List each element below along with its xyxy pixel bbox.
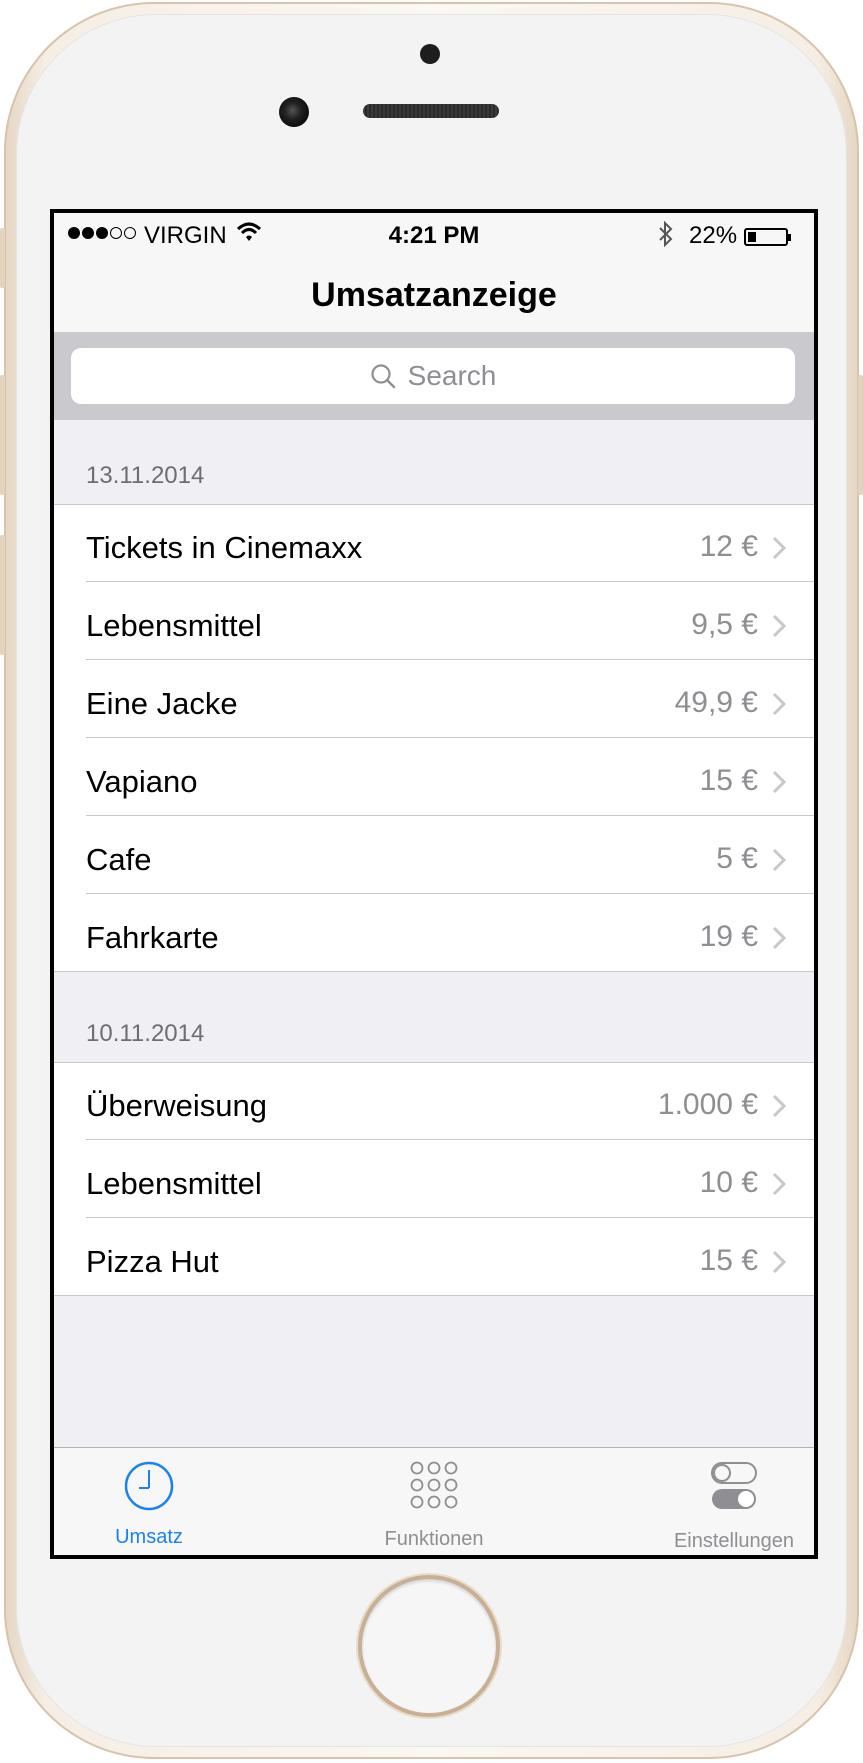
tab-funktionen[interactable]: Funktionen — [374, 1448, 494, 1555]
screen: VIRGIN 4:21 PM 22% Umsatzanzeige Search … — [50, 209, 818, 1559]
chevron-right-icon — [772, 1172, 786, 1196]
transaction-amount: 1.000 € — [657, 1088, 758, 1121]
transaction-label: Pizza Hut — [86, 1244, 219, 1279]
proximity-sensor — [420, 44, 440, 64]
chevron-right-icon — [772, 770, 786, 794]
bluetooth-icon — [659, 220, 673, 248]
power-button — [858, 375, 863, 495]
row-separator — [54, 1295, 814, 1296]
transaction-row[interactable]: Lebensmittel 9,5 € — [54, 582, 814, 660]
transaction-amount: 9,5 € — [691, 608, 758, 641]
transaction-amount: 19 € — [699, 920, 758, 953]
transaction-label: Lebensmittel — [86, 608, 262, 643]
chevron-right-icon — [772, 1250, 786, 1274]
section-header: 10.11.2014 — [54, 972, 814, 1062]
section-header: 13.11.2014 — [54, 420, 814, 504]
front-camera — [279, 97, 309, 127]
transaction-label: Fahrkarte — [86, 920, 219, 955]
tab-einstellungen[interactable]: Einstellungen — [659, 1448, 809, 1555]
transaction-row[interactable]: Pizza Hut 15 € — [54, 1218, 814, 1296]
grid-dots-icon — [410, 1461, 458, 1509]
transaction-row[interactable]: Cafe 5 € — [54, 816, 814, 894]
home-button[interactable] — [362, 1579, 496, 1713]
transaction-amount: 5 € — [716, 842, 758, 875]
transaction-label: Vapiano — [86, 764, 198, 799]
battery-percentage: 22% — [689, 222, 738, 249]
transaction-label: Cafe — [86, 842, 152, 877]
row-separator — [54, 1062, 814, 1063]
section-date: 10.11.2014 — [86, 1020, 205, 1047]
transaction-label: Tickets in Cinemaxx — [86, 530, 363, 565]
earpiece-speaker — [363, 104, 499, 118]
transaction-amount: 12 € — [699, 530, 758, 563]
transaction-row[interactable]: Tickets in Cinemaxx 12 € — [54, 504, 814, 582]
transaction-row[interactable]: Fahrkarte 19 € — [54, 894, 814, 972]
page-title: Umsatzanzeige — [311, 276, 557, 314]
clock-icon — [124, 1461, 174, 1511]
chevron-right-icon — [772, 1094, 786, 1118]
chevron-right-icon — [772, 614, 786, 638]
volume-down-button — [0, 535, 5, 655]
chevron-right-icon — [772, 536, 786, 560]
chevron-right-icon — [772, 926, 786, 950]
transaction-row[interactable]: Lebensmittel 10 € — [54, 1140, 814, 1218]
battery-icon — [744, 228, 791, 246]
section-date: 13.11.2014 — [86, 462, 205, 489]
chevron-right-icon — [772, 692, 786, 716]
tab-label-funktionen: Funktionen — [384, 1528, 484, 1550]
navigation-bar: Umsatzanzeige — [54, 257, 814, 332]
transaction-label: Lebensmittel — [86, 1166, 262, 1201]
toggles-icon — [711, 1462, 757, 1509]
transaction-row[interactable]: Überweisung 1.000 € — [54, 1062, 814, 1140]
chevron-right-icon — [772, 848, 786, 872]
status-bar: VIRGIN 4:21 PM 22% — [54, 213, 814, 257]
tab-umsatz[interactable]: Umsatz — [94, 1448, 204, 1555]
transaction-amount: 10 € — [699, 1166, 758, 1199]
mute-switch — [0, 228, 5, 288]
search-icon — [371, 364, 395, 389]
search-bar: Search — [54, 332, 814, 420]
transaction-amount: 15 € — [699, 1244, 758, 1277]
tab-label-einstellungen: Einstellungen — [673, 1530, 795, 1552]
transaction-label: Überweisung — [86, 1088, 267, 1123]
tab-label-umsatz: Umsatz — [115, 1526, 183, 1548]
tab-bar: Umsatz Funktionen Einstellungen — [54, 1447, 814, 1555]
transaction-row[interactable]: Eine Jacke 49,9 € — [54, 660, 814, 738]
transaction-label: Eine Jacke — [86, 686, 238, 721]
search-placeholder: Search — [407, 360, 497, 391]
volume-up-button — [0, 375, 5, 495]
transaction-row[interactable]: Vapiano 15 € — [54, 738, 814, 816]
transaction-amount: 15 € — [699, 764, 758, 797]
search-input[interactable]: Search — [71, 348, 795, 404]
transaction-amount: 49,9 € — [674, 686, 758, 719]
row-separator — [54, 504, 814, 505]
